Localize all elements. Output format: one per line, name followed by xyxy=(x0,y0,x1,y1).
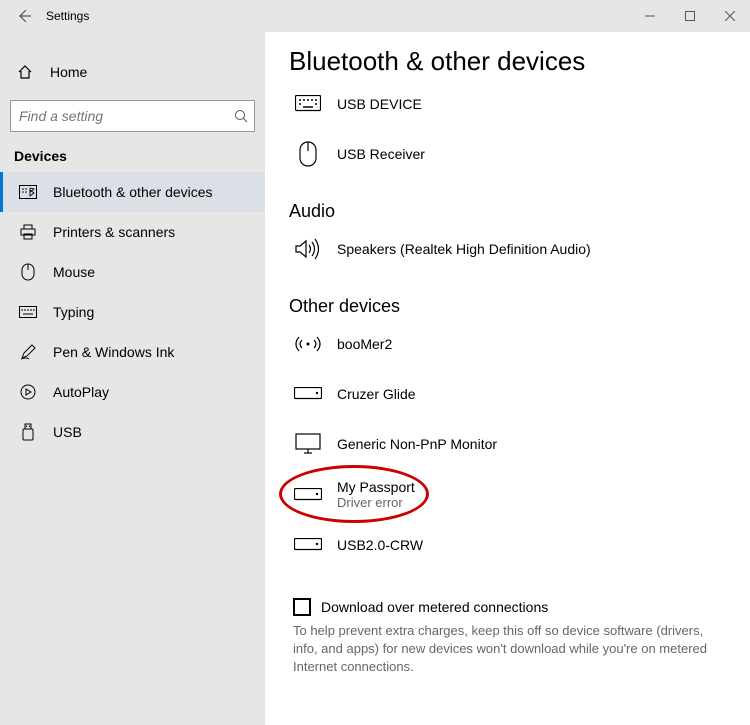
device-name: USB DEVICE xyxy=(337,96,422,112)
sidebar-item-label: Mouse xyxy=(53,264,95,280)
bluetooth-rect-icon xyxy=(17,185,39,199)
metered-checkbox-label: Download over metered connections xyxy=(321,599,548,615)
search-icon xyxy=(234,109,248,123)
speaker-icon xyxy=(293,234,323,264)
sidebar-item-label: Pen & Windows Ink xyxy=(53,344,174,360)
monitor-icon xyxy=(293,429,323,459)
drive-icon xyxy=(293,530,323,560)
device-name: My Passport xyxy=(337,479,415,495)
window-controls xyxy=(630,0,750,32)
printer-icon xyxy=(17,224,39,240)
main-content: Bluetooth & other devices USB DEVICE USB … xyxy=(265,32,750,725)
device-row[interactable]: Generic Non-PnP Monitor xyxy=(289,423,730,473)
device-row[interactable]: USB DEVICE xyxy=(289,83,730,133)
other-devices-header: Other devices xyxy=(289,296,730,317)
window-title: Settings xyxy=(46,9,89,23)
back-button[interactable] xyxy=(6,0,42,32)
home-link[interactable]: Home xyxy=(0,50,265,94)
sidebar-item-typing[interactable]: Typing xyxy=(0,292,265,332)
search-box[interactable] xyxy=(10,100,255,132)
device-name: Cruzer Glide xyxy=(337,386,416,402)
usb-icon xyxy=(17,423,39,441)
keyboard-icon xyxy=(17,306,39,318)
minimize-icon xyxy=(645,11,655,21)
close-button[interactable] xyxy=(710,0,750,32)
minimize-button[interactable] xyxy=(630,0,670,32)
device-subtext: Driver error xyxy=(337,495,415,510)
sidebar-item-label: USB xyxy=(53,424,82,440)
page-title: Bluetooth & other devices xyxy=(289,46,730,77)
keyboard-icon xyxy=(293,89,323,119)
home-icon xyxy=(14,64,36,80)
sidebar-item-mouse[interactable]: Mouse xyxy=(0,252,265,292)
device-row[interactable]: Cruzer Glide xyxy=(289,373,730,423)
device-row[interactable]: My PassportDriver error xyxy=(289,473,730,524)
mouse-icon xyxy=(17,263,39,281)
autoplay-icon xyxy=(17,384,39,400)
sidebar-item-pen-windows-ink[interactable]: Pen & Windows Ink xyxy=(0,332,265,372)
drive-icon xyxy=(293,379,323,409)
search-input[interactable] xyxy=(19,108,234,124)
device-row[interactable]: USB2.0-CRW xyxy=(289,524,730,574)
home-label: Home xyxy=(50,64,87,80)
sidebar-section-header: Devices xyxy=(0,138,265,172)
device-name: booMer2 xyxy=(337,336,392,352)
sidebar-item-bluetooth-other-devices[interactable]: Bluetooth & other devices xyxy=(0,172,265,212)
sidebar-item-label: Typing xyxy=(53,304,94,320)
sidebar-item-label: Printers & scanners xyxy=(53,224,175,240)
device-name: Generic Non-PnP Monitor xyxy=(337,436,497,452)
audio-header: Audio xyxy=(289,201,730,222)
sidebar-item-usb[interactable]: USB xyxy=(0,412,265,452)
device-name: USB2.0-CRW xyxy=(337,537,423,553)
titlebar: Settings xyxy=(0,0,750,32)
device-name: USB Receiver xyxy=(337,146,425,162)
metered-checkbox-row[interactable]: Download over metered connections xyxy=(289,598,730,616)
device-row[interactable]: booMer2 xyxy=(289,323,730,373)
sidebar-item-label: Bluetooth & other devices xyxy=(53,184,213,200)
maximize-icon xyxy=(685,11,695,21)
back-arrow-icon xyxy=(16,8,32,24)
wireless-icon xyxy=(293,329,323,359)
close-icon xyxy=(725,11,735,21)
sidebar: Home Devices Bluetooth & other devices Pr… xyxy=(0,32,265,725)
device-row[interactable]: USB Receiver xyxy=(289,133,730,183)
device-row[interactable]: Speakers (Realtek High Definition Audio) xyxy=(289,228,730,278)
sidebar-item-label: AutoPlay xyxy=(53,384,109,400)
mouse-icon xyxy=(293,139,323,169)
device-name: Speakers (Realtek High Definition Audio) xyxy=(337,241,591,257)
maximize-button[interactable] xyxy=(670,0,710,32)
metered-checkbox[interactable] xyxy=(293,598,311,616)
sidebar-item-autoplay[interactable]: AutoPlay xyxy=(0,372,265,412)
sidebar-item-printers-scanners[interactable]: Printers & scanners xyxy=(0,212,265,252)
drive-icon xyxy=(293,480,323,510)
metered-help-text: To help prevent extra charges, keep this… xyxy=(289,622,719,677)
pen-icon xyxy=(17,344,39,360)
